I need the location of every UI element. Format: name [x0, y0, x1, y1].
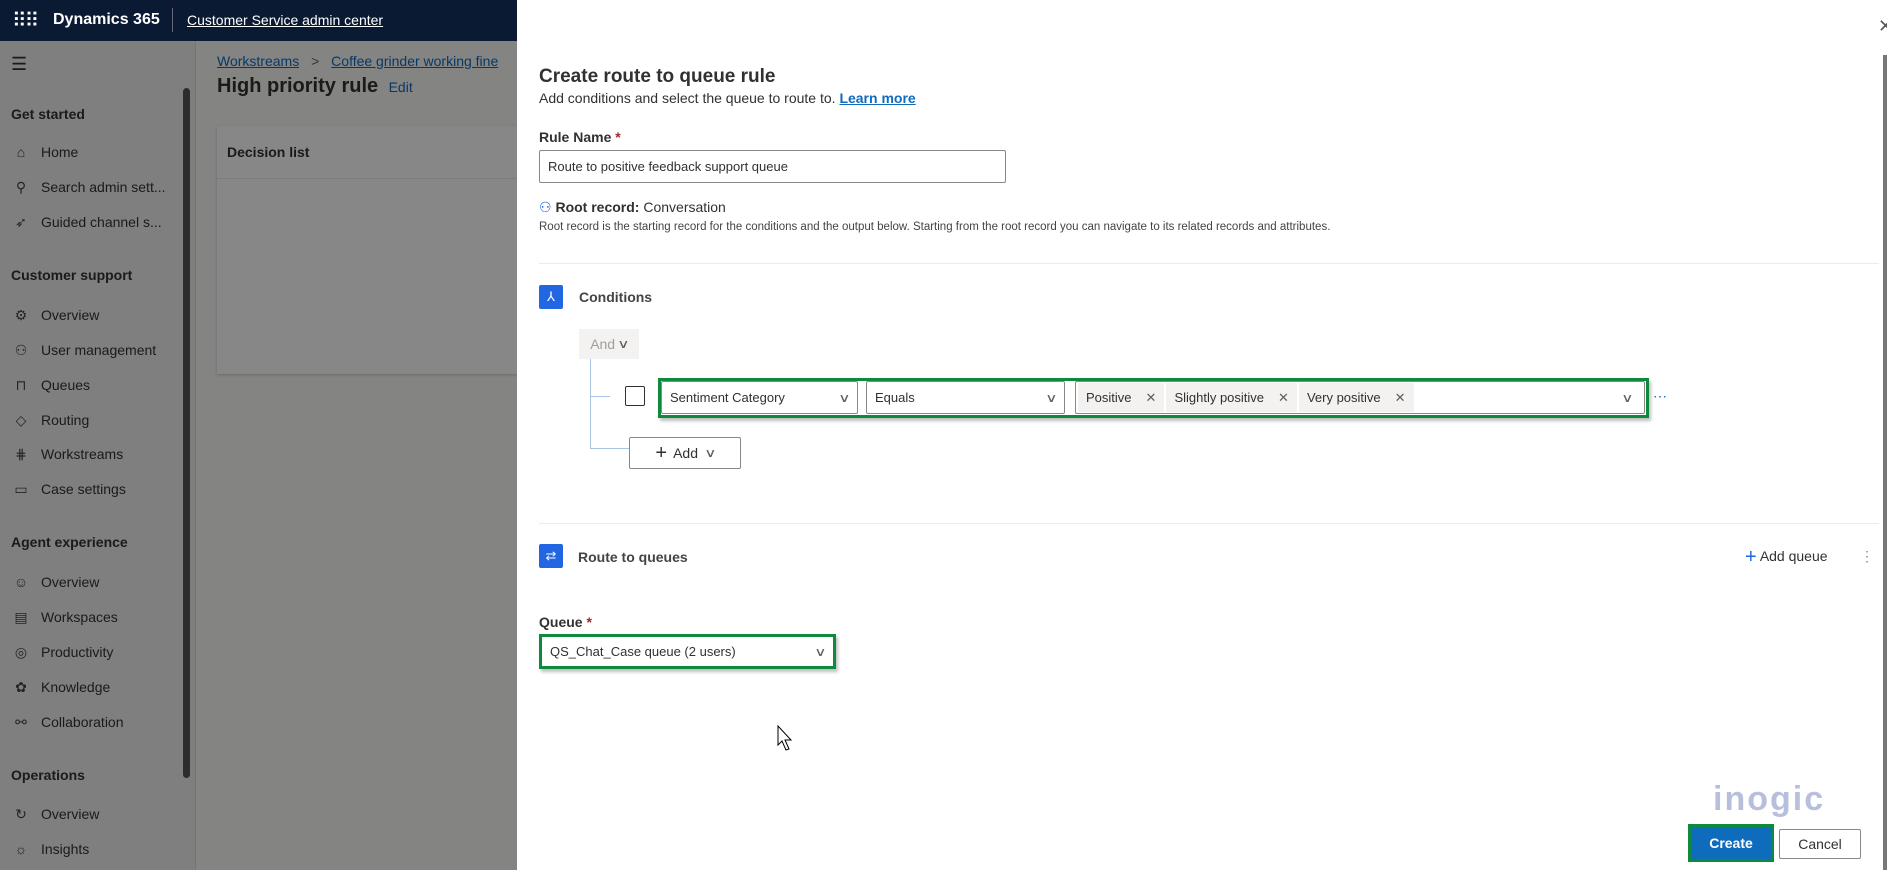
app-launcher-icon[interactable]: ⠿⠿: [12, 8, 39, 33]
value-tag: Very positive ✕: [1298, 383, 1414, 412]
route-to-queues-label: Route to queues: [578, 549, 688, 565]
rule-name-label: Rule Name *: [539, 129, 621, 145]
value-tag: Positive ✕: [1078, 383, 1165, 412]
conditions-label: Conditions: [579, 289, 653, 305]
more-options-icon[interactable]: ⋯: [1653, 388, 1667, 405]
panel-scrollbar[interactable]: [1883, 55, 1887, 870]
operator-dropdown[interactable]: Equals ∨: [866, 381, 1065, 414]
panel-subtitle: Add conditions and select the queue to r…: [539, 90, 916, 106]
mouse-cursor-icon: [777, 725, 793, 751]
learn-more-link[interactable]: Learn more: [839, 90, 915, 106]
condition-checkbox[interactable]: [625, 386, 645, 406]
create-button[interactable]: Create: [1688, 824, 1774, 862]
inogic-watermark: inogic: [1713, 780, 1826, 818]
close-icon[interactable]: ✕: [1878, 16, 1887, 37]
plus-icon: +: [655, 441, 668, 464]
value-tag: Slightly positive ✕: [1166, 383, 1297, 412]
modal-overlay[interactable]: [0, 41, 517, 870]
group-operator-dropdown[interactable]: And ∨: [579, 329, 639, 359]
attribute-dropdown[interactable]: Sentiment Category ∨: [661, 381, 858, 414]
queue-dropdown[interactable]: QS_Chat_Case queue (2 users) ∨: [542, 637, 833, 666]
area-name-link[interactable]: Customer Service admin center: [187, 12, 383, 28]
root-record-description: Root record is the starting record for t…: [539, 221, 1331, 233]
plus-icon: +: [1745, 546, 1757, 568]
cancel-button[interactable]: Cancel: [1779, 829, 1861, 859]
panel-title: Create route to queue rule: [539, 66, 776, 87]
hierarchy-icon: ⚇: [539, 199, 552, 215]
values-multiselect[interactable]: Positive ✕ Slightly positive ✕ Very positi…: [1075, 381, 1645, 414]
chevron-down-icon[interactable]: ∨: [1621, 391, 1633, 405]
kebab-menu-icon[interactable]: ⋮: [1860, 548, 1874, 565]
remove-tag-icon[interactable]: ✕: [1146, 390, 1157, 406]
remove-tag-icon[interactable]: ✕: [1395, 390, 1406, 406]
queue-label: Queue *: [539, 614, 592, 630]
create-rule-panel: ✕ Create route to queue rule Add conditi…: [517, 0, 1887, 870]
route-queues-icon: ⇄: [539, 544, 563, 568]
app-name[interactable]: Dynamics 365: [53, 11, 160, 29]
remove-tag-icon[interactable]: ✕: [1278, 390, 1289, 406]
subtitle-text: Add conditions and select the queue to r…: [539, 90, 836, 106]
root-record: ⚇ Root record: Conversation: [539, 199, 726, 215]
add-queue-button[interactable]: + Add queue: [1745, 546, 1828, 569]
add-condition-button[interactable]: + Add ∨: [629, 437, 741, 469]
rule-name-input[interactable]: Route to positive feedback support queue: [539, 150, 1006, 183]
conditions-icon: ⅄: [539, 285, 563, 309]
